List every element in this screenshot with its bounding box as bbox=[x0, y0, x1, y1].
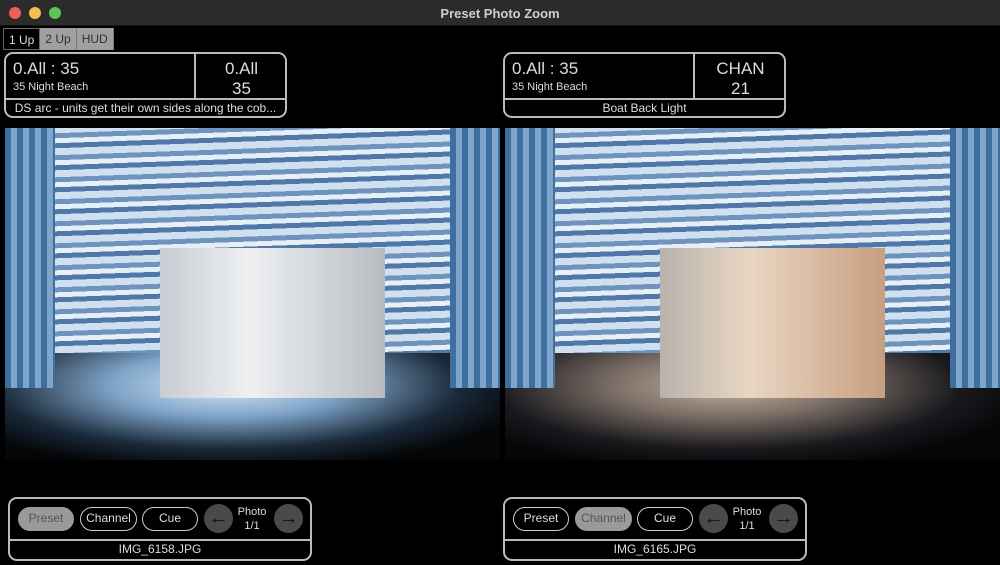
right-top: 0.All bbox=[224, 59, 259, 78]
tab-hud[interactable]: HUD bbox=[76, 28, 114, 50]
cue-button[interactable]: Cue bbox=[142, 507, 198, 531]
filename: IMG_6158.JPG bbox=[118, 542, 202, 556]
channel-button[interactable]: Channel bbox=[575, 507, 632, 531]
right-top: CHAN bbox=[716, 59, 765, 78]
target-label: 0.All : 35 bbox=[512, 59, 579, 78]
window-title: Preset Photo Zoom bbox=[440, 6, 560, 21]
preset-button[interactable]: Preset bbox=[513, 507, 569, 531]
channel-button[interactable]: Channel bbox=[80, 507, 137, 531]
preset-photo-right bbox=[505, 128, 1000, 460]
photo-counter: Photo 1/1 bbox=[727, 505, 767, 533]
photo-count: 1/1 bbox=[739, 520, 755, 532]
view-tabs: 1 Up 2 Up HUD bbox=[3, 28, 114, 50]
tab-1-up[interactable]: 1 Up bbox=[3, 28, 41, 50]
title-bar: Preset Photo Zoom bbox=[0, 0, 1000, 26]
controls-right: Preset Channel Cue ← Photo 1/1 → IMG_6165… bbox=[503, 497, 807, 561]
controls-left: Preset Channel Cue ← Photo 1/1 → IMG_6158… bbox=[8, 497, 312, 561]
preset-photo-left bbox=[5, 128, 500, 460]
cue-button[interactable]: Cue bbox=[637, 507, 693, 531]
previous-arrow-icon[interactable]: ← bbox=[699, 504, 728, 533]
target-label: 0.All : 35 bbox=[13, 59, 80, 78]
filename: IMG_6165.JPG bbox=[613, 542, 697, 556]
preset-button[interactable]: Preset bbox=[18, 507, 74, 531]
photo-counter: Photo 1/1 bbox=[232, 505, 272, 533]
next-arrow-icon[interactable]: → bbox=[769, 504, 798, 533]
tab-2-up[interactable]: 2 Up bbox=[40, 28, 77, 50]
right-bottom: 21 bbox=[731, 79, 750, 98]
info-box-right: 0.All : 35 35 Night Beach CHAN 21 Boat B… bbox=[503, 52, 786, 118]
photo-count: 1/1 bbox=[244, 520, 260, 532]
target-name: 35 Night Beach bbox=[512, 81, 588, 93]
photo-label: Photo bbox=[237, 506, 267, 518]
right-bottom: 35 bbox=[232, 79, 251, 98]
previous-arrow-icon[interactable]: ← bbox=[204, 504, 233, 533]
next-arrow-icon[interactable]: → bbox=[274, 504, 303, 533]
target-name: 35 Night Beach bbox=[13, 81, 89, 93]
note: DS arc - units get their own sides along… bbox=[14, 101, 277, 115]
note: Boat Back Light bbox=[602, 101, 687, 115]
photo-label: Photo bbox=[732, 506, 762, 518]
info-box-left: 0.All : 35 35 Night Beach 0.All 35 DS ar… bbox=[4, 52, 287, 118]
